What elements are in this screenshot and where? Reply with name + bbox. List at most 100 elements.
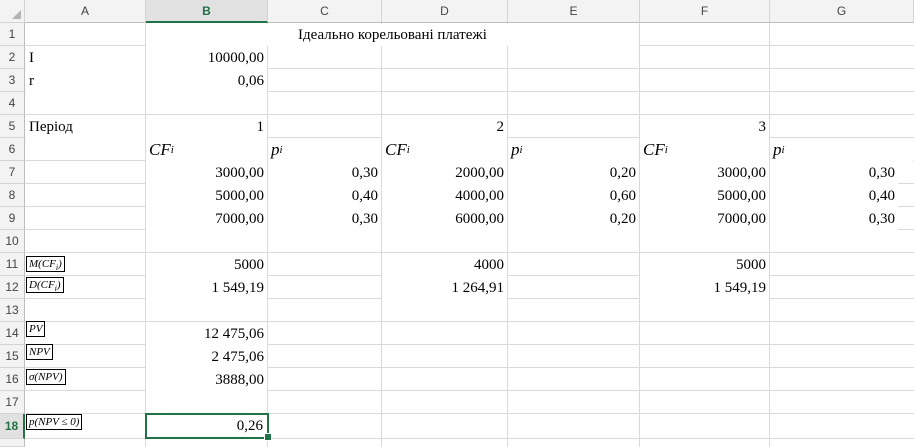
p-subscript: i <box>519 144 523 156</box>
cell-c9[interactable]: 0,30 <box>268 208 381 230</box>
row-header-13[interactable]: 13 <box>0 299 25 322</box>
cf-subscript: i <box>406 144 410 156</box>
cell-b3-value[interactable]: 0,06 <box>146 70 267 92</box>
cell-b12[interactable]: 1 549,19 <box>146 277 267 299</box>
cell-b11[interactable]: 5000 <box>146 254 267 276</box>
p-subscript: i <box>781 144 785 156</box>
cell-g9[interactable]: 0,30 <box>770 208 898 230</box>
formula-label-sigma-npv[interactable]: σ(NPV) <box>26 369 66 385</box>
mean-label-tail: ) <box>58 258 62 270</box>
cell-d6-cf-header[interactable]: CF i <box>382 139 507 161</box>
formula-label-probability[interactable]: p(NPV ≤ 0) <box>26 414 83 430</box>
row-header-16[interactable]: 16 <box>0 368 25 391</box>
select-all-triangle-icon <box>12 10 21 19</box>
cell-d5-period-2[interactable]: 2 <box>382 116 507 138</box>
cell-f6-cf-header[interactable]: CF i <box>640 139 769 161</box>
row-header-7[interactable]: 7 <box>0 161 25 184</box>
cf-subscript: i <box>664 144 668 156</box>
cell-e6-p-header[interactable]: pi <box>508 139 639 161</box>
p-symbol: p <box>511 140 520 159</box>
cell-d8[interactable]: 4000,00 <box>382 185 507 207</box>
cf-symbol: CF <box>385 140 407 159</box>
row-header-3[interactable]: 3 <box>0 69 25 92</box>
cell-f8[interactable]: 5000,00 <box>640 185 769 207</box>
cell-d9[interactable]: 6000,00 <box>382 208 507 230</box>
row-header-2[interactable]: 2 <box>0 46 25 69</box>
cell-f11[interactable]: 5000 <box>640 254 769 276</box>
cell-e8[interactable]: 0,60 <box>508 185 639 207</box>
column-header-f[interactable]: F <box>640 0 770 23</box>
cell-f9[interactable]: 7000,00 <box>640 208 769 230</box>
cell-a2-label[interactable]: I <box>26 47 145 69</box>
cell-d7[interactable]: 2000,00 <box>382 162 507 184</box>
row-header-10[interactable]: 10 <box>0 230 25 253</box>
formula-label-pv[interactable]: PV <box>26 321 46 337</box>
cell-d11[interactable]: 4000 <box>382 254 507 276</box>
cell-e7[interactable]: 0,20 <box>508 162 639 184</box>
row-header-5[interactable]: 5 <box>0 115 25 138</box>
cell-c6-p-header[interactable]: pi <box>268 139 381 161</box>
cell-b6-cf-header[interactable]: CF i <box>146 139 267 161</box>
row-header-6[interactable]: 6 <box>0 138 25 161</box>
active-cell-selection <box>145 413 269 439</box>
row-header-19[interactable] <box>0 439 25 447</box>
mean-label-text: M(CF <box>29 258 56 270</box>
p-symbol: p <box>271 140 280 159</box>
cell-b15-npv[interactable]: 2 475,06 <box>146 346 267 368</box>
cf-subscript: i <box>170 144 174 156</box>
gridline <box>507 23 508 447</box>
fill-handle[interactable] <box>264 433 272 441</box>
sheet-title[interactable]: Ідеально корельовані платежі <box>146 24 639 46</box>
gridline <box>25 114 914 115</box>
cell-g6-p-header[interactable]: pi <box>770 139 913 161</box>
cell-g8[interactable]: 0,40 <box>770 185 898 207</box>
variance-label-text: D(CF <box>29 279 55 291</box>
cell-b7[interactable]: 3000,00 <box>146 162 267 184</box>
gridline <box>639 23 640 447</box>
row-header-8[interactable]: 8 <box>0 184 25 207</box>
formula-label-mean[interactable]: M(CFi) <box>26 256 65 272</box>
column-header-e[interactable]: E <box>508 0 640 23</box>
cell-b14-pv[interactable]: 12 475,06 <box>146 323 267 345</box>
cell-d12[interactable]: 1 264,91 <box>382 277 507 299</box>
p-subscript: i <box>279 144 283 156</box>
cell-c8[interactable]: 0,40 <box>268 185 381 207</box>
column-header-c[interactable]: C <box>268 0 382 23</box>
spreadsheet-grid[interactable]: A B C D E F G 1 2 3 4 5 6 7 8 9 10 11 12… <box>0 0 914 447</box>
cell-e9[interactable]: 0,20 <box>508 208 639 230</box>
variance-label-tail: ) <box>56 279 61 291</box>
cf-symbol: CF <box>149 140 171 159</box>
row-header-4[interactable]: 4 <box>0 92 25 115</box>
row-header-15[interactable]: 15 <box>0 345 25 368</box>
gridline <box>25 321 914 322</box>
cf-symbol: CF <box>643 140 665 159</box>
row-header-12[interactable]: 12 <box>0 276 25 299</box>
formula-label-variance[interactable]: D(CFi) <box>26 277 64 293</box>
select-all-corner[interactable] <box>0 0 25 23</box>
row-header-18[interactable]: 18 <box>0 414 25 439</box>
formula-label-npv[interactable]: NPV <box>26 344 53 360</box>
cell-g7[interactable]: 0,30 <box>770 162 898 184</box>
column-header-a[interactable]: A <box>25 0 146 23</box>
cell-f5-period-3[interactable]: 3 <box>640 116 769 138</box>
column-header-d[interactable]: D <box>382 0 508 23</box>
cell-a5-period-label[interactable]: Період <box>26 116 145 138</box>
cell-b5-period-1[interactable]: 1 <box>146 116 267 138</box>
p-symbol: p <box>773 140 782 159</box>
cell-f12[interactable]: 1 549,19 <box>640 277 769 299</box>
cell-c7[interactable]: 0,30 <box>268 162 381 184</box>
gridline <box>267 23 268 447</box>
column-header-g[interactable]: G <box>770 0 914 23</box>
row-header-1[interactable]: 1 <box>0 23 25 46</box>
row-header-17[interactable]: 17 <box>0 391 25 414</box>
row-header-11[interactable]: 11 <box>0 253 25 276</box>
cell-b16-sigma[interactable]: 3888,00 <box>146 369 267 391</box>
cell-b8[interactable]: 5000,00 <box>146 185 267 207</box>
column-header-b[interactable]: B <box>146 0 268 23</box>
row-header-14[interactable]: 14 <box>0 322 25 345</box>
cell-b9[interactable]: 7000,00 <box>146 208 267 230</box>
cell-b2-value[interactable]: 10000,00 <box>146 47 267 69</box>
cell-a3-label[interactable]: r <box>26 70 145 92</box>
cell-f7[interactable]: 3000,00 <box>640 162 769 184</box>
row-header-9[interactable]: 9 <box>0 207 25 230</box>
